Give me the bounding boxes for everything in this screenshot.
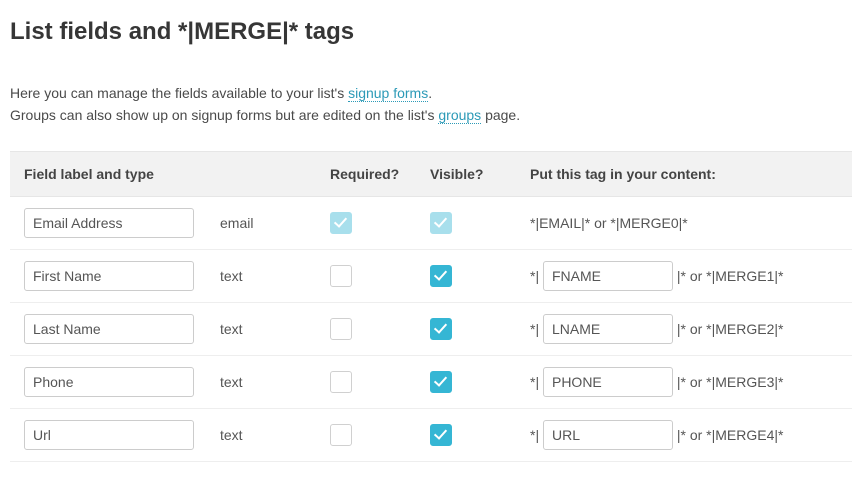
required-checkbox[interactable] — [330, 371, 352, 393]
tag-prefix: *| — [530, 427, 543, 443]
header-tag: Put this tag in your content: — [520, 151, 852, 196]
intro-line1-post: . — [428, 85, 432, 101]
merge-tag-static: *|EMAIL|* or *|MERGE0|* — [530, 215, 688, 231]
visible-checkbox[interactable] — [430, 371, 452, 393]
field-label-input[interactable] — [24, 420, 194, 450]
required-checkbox — [330, 212, 352, 234]
merge-tag-cell: *| |* or *|MERGE4|* — [520, 408, 852, 461]
required-checkbox[interactable] — [330, 265, 352, 287]
visible-checkbox[interactable] — [430, 424, 452, 446]
header-label: Field label and type — [10, 151, 320, 196]
tag-suffix: |* or *|MERGE4|* — [673, 427, 784, 443]
intro-line2-post: page. — [481, 107, 520, 123]
merge-tag-input[interactable] — [543, 314, 673, 344]
tag-suffix: |* or *|MERGE1|* — [673, 268, 784, 284]
table-row: text *| |* or *|MERGE4|* — [10, 408, 852, 461]
merge-tag-cell: *| |* or *|MERGE2|* — [520, 302, 852, 355]
fields-table: Field label and type Required? Visible? … — [10, 151, 852, 462]
field-label-input[interactable] — [24, 367, 194, 397]
header-visible: Visible? — [420, 151, 520, 196]
intro-line1-pre: Here you can manage the fields available… — [10, 85, 348, 101]
field-type: text — [210, 249, 320, 302]
table-row: text *| |* or *|MERGE2|* — [10, 302, 852, 355]
field-label-input[interactable] — [24, 314, 194, 344]
merge-tag-input[interactable] — [543, 420, 673, 450]
intro-text: Here you can manage the fields available… — [10, 82, 852, 127]
tag-suffix: |* or *|MERGE2|* — [673, 321, 784, 337]
table-row: text *| |* or *|MERGE3|* — [10, 355, 852, 408]
merge-tag-cell: *|EMAIL|* or *|MERGE0|* — [520, 196, 852, 249]
tag-prefix: *| — [530, 321, 543, 337]
visible-checkbox — [430, 212, 452, 234]
tag-prefix: *| — [530, 268, 543, 284]
table-row: email *|EMAIL|* or *|MERGE0|* — [10, 196, 852, 249]
field-type: text — [210, 408, 320, 461]
intro-line2-pre: Groups can also show up on signup forms … — [10, 107, 438, 123]
page-title: List fields and *|MERGE|* tags — [10, 18, 852, 46]
field-type: email — [210, 196, 320, 249]
required-checkbox[interactable] — [330, 424, 352, 446]
merge-tag-input[interactable] — [543, 367, 673, 397]
header-required: Required? — [320, 151, 420, 196]
field-label-input[interactable] — [24, 208, 194, 238]
field-label-input[interactable] — [24, 261, 194, 291]
visible-checkbox[interactable] — [430, 318, 452, 340]
tag-prefix: *| — [530, 374, 543, 390]
merge-tag-cell: *| |* or *|MERGE3|* — [520, 355, 852, 408]
field-type: text — [210, 302, 320, 355]
signup-forms-link[interactable]: signup forms — [348, 85, 428, 102]
table-row: text *| |* or *|MERGE1|* — [10, 249, 852, 302]
field-type: text — [210, 355, 320, 408]
visible-checkbox[interactable] — [430, 265, 452, 287]
tag-suffix: |* or *|MERGE3|* — [673, 374, 784, 390]
merge-tag-cell: *| |* or *|MERGE1|* — [520, 249, 852, 302]
groups-link[interactable]: groups — [438, 107, 481, 124]
merge-tag-input[interactable] — [543, 261, 673, 291]
required-checkbox[interactable] — [330, 318, 352, 340]
